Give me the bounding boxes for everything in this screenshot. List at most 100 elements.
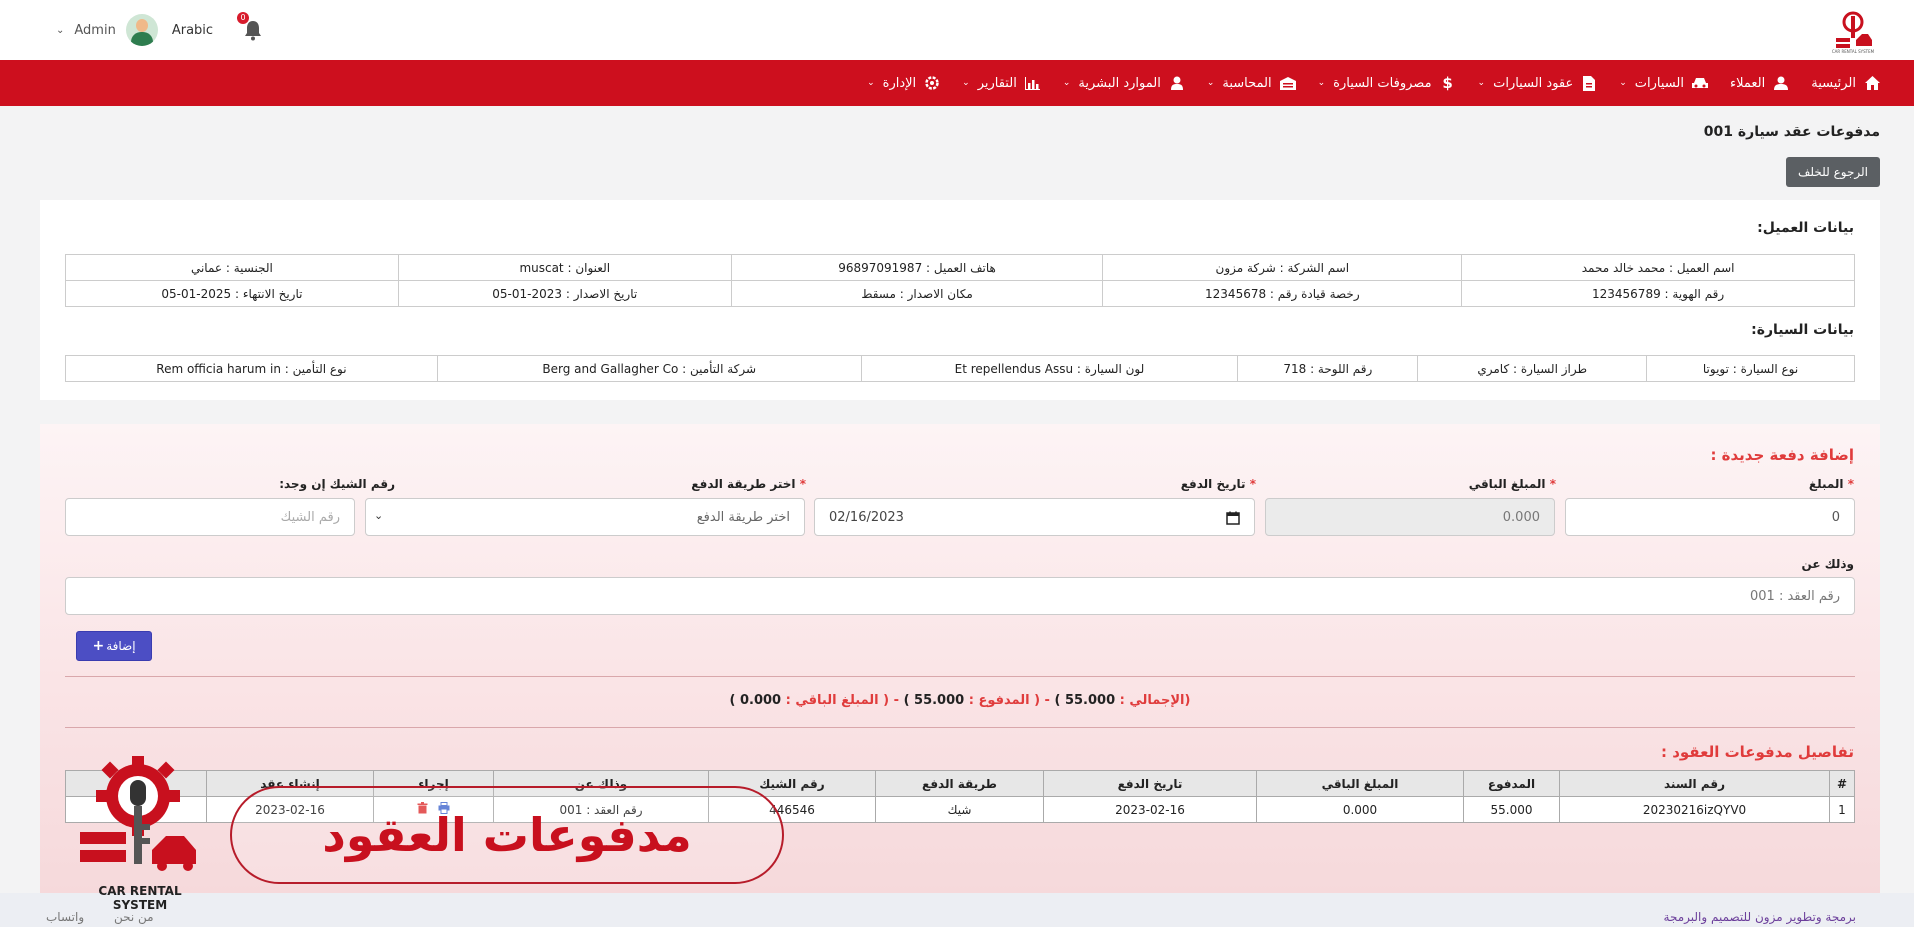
customer-nationality: الجنسية : عماني — [65, 254, 399, 281]
nav-item-6[interactable]: الموارد البشرية ⌄ — [1063, 75, 1185, 91]
col-payment-method: طريقة الدفع — [875, 770, 1044, 797]
cell-paid: 55.000 — [1463, 796, 1560, 823]
remaining-total-label: - ( المبلغ الباقي : — [785, 693, 900, 708]
chevron-down-icon: ⌄ — [1477, 78, 1486, 88]
cell-payment-method: شيك — [875, 796, 1044, 823]
col-paid: المدفوع — [1463, 770, 1560, 797]
notification-badge: 0 — [237, 12, 250, 24]
divider — [65, 727, 1855, 728]
user-name[interactable]: Admin — [74, 23, 115, 38]
chevron-down-icon[interactable]: ⌄ — [56, 25, 64, 36]
table-row: رقم الهوية : 123456789 رخصة قيادة رقم : … — [65, 280, 1855, 307]
car-model: طراز السيارة : كامري — [1417, 355, 1648, 382]
user-area: ⌄ Admin Arabic 0 — [56, 12, 265, 46]
id-number: رقم الهوية : 123456789 — [1461, 280, 1855, 307]
paid-value: 55.000 ) — [903, 693, 965, 708]
svg-text:CAR RENTAL SYSTEM: CAR RENTAL SYSTEM — [1832, 49, 1875, 54]
add-payment-button[interactable]: + إضافة — [76, 631, 152, 661]
payments-table-title: تفاصيل مدفوعات العقود : — [1660, 743, 1854, 761]
payment-date-input[interactable]: 02/16/2023 — [814, 498, 1255, 536]
plate-number: رقم اللوحة : 718 — [1237, 355, 1419, 382]
customer-info-table: اسم العميل : محمد خالد محمد اسم الشركة :… — [65, 254, 1855, 307]
total-label: (الإجمالي : — [1119, 693, 1191, 708]
main-navigation: الرئيسية العملاء السيارات ⌄ عقود السيارات ⌄ $ م… — [0, 60, 1914, 106]
contract-info-card: بيانات العميل: اسم العميل : محمد خالد مح… — [40, 200, 1880, 400]
nav-item-label: الموارد البشرية — [1078, 75, 1161, 91]
insurance-type: نوع التأمين : Rem officia harum in — [65, 355, 438, 382]
car-rental-promo-logo-icon — [80, 756, 196, 871]
gear-icon — [924, 75, 940, 91]
company-link[interactable]: مزون للتصميم والبرمجة — [1664, 910, 1783, 924]
chevron-down-icon: ⌄ — [962, 78, 970, 88]
about-link[interactable]: من نحن — [114, 910, 154, 924]
paid-label: - ( المدفوع : — [968, 693, 1050, 708]
payment-method-select[interactable]: اختر طريقة الدفع ⌄ — [365, 498, 805, 536]
home-icon — [1864, 75, 1880, 91]
nav-item-label: التقارير — [977, 75, 1017, 91]
chevron-down-icon: ⌄ — [1062, 78, 1071, 88]
cheque-number-label: رقم الشيك إن وجد: — [279, 477, 395, 491]
whatsapp-link[interactable]: واتساب — [46, 910, 84, 924]
cell-payment-date: 2023-02-16 — [1043, 796, 1257, 823]
amount-label: * المبلغ — [1808, 477, 1854, 491]
payment-for-input[interactable]: رقم العقد : 001 — [65, 577, 1855, 615]
back-button[interactable]: الرجوع للخلف — [1786, 157, 1880, 187]
nav-item-label: الرئيسية — [1811, 75, 1856, 91]
avatar[interactable] — [125, 14, 158, 46]
new-payment-title: إضافة دفعة جديدة : — [1710, 446, 1854, 464]
dollar-icon: $ — [1442, 74, 1453, 92]
top-bar: CAR RENTAL SYSTEM ⌄ Admin Arabic 0 — [0, 0, 1914, 60]
calendar-icon[interactable] — [1226, 511, 1240, 525]
plus-icon: + — [92, 638, 105, 654]
customer-name: اسم العميل : محمد خالد محمد — [1461, 254, 1855, 281]
car-rental-logo-icon[interactable]: CAR RENTAL SYSTEM — [1830, 8, 1876, 54]
chevron-down-icon: ⌄ — [374, 509, 384, 522]
nav-item-2[interactable]: السيارات ⌄ — [1619, 75, 1708, 91]
footer-credit: برمجة وتطوير مزون للتصميم والبرمجة — [1663, 910, 1856, 924]
promo-banner-text: مدفوعات العقود — [322, 808, 692, 862]
footer: برمجة وتطوير مزون للتصميم والبرمجة من نح… — [0, 893, 1914, 927]
file-icon — [1581, 75, 1597, 91]
expiry-date: تاريخ الانتهاء : 2025-01-05 — [65, 280, 399, 307]
company-name: اسم الشركة : شركة مزون — [1102, 254, 1463, 281]
chevron-down-icon: ⌄ — [1206, 78, 1215, 88]
remaining-amount-input: 0.000 — [1265, 498, 1555, 536]
promo-banner: مدفوعات العقود — [230, 786, 784, 884]
language-switch[interactable]: Arabic — [172, 23, 213, 38]
nav-item-0[interactable]: الرئيسية — [1811, 75, 1880, 91]
issue-date: تاريخ الاصدار : 2023-01-05 — [397, 280, 732, 307]
divider — [65, 676, 1855, 677]
nav-item-1[interactable]: العملاء — [1730, 75, 1789, 91]
nav-item-3[interactable]: عقود السيارات ⌄ — [1478, 75, 1598, 91]
issue-place: مكان الاصدار : مسقط — [730, 280, 1104, 307]
remaining-total-value: 0.000 ) — [729, 693, 782, 708]
customer-address: العنوان : muscat — [397, 254, 732, 281]
insurance-company: شركة التأمين : Berg and Gallagher Co — [436, 355, 862, 382]
payment-date-label: * تاريخ الدفع — [1180, 477, 1256, 491]
nav-item-5[interactable]: المحاسبة ⌄ — [1207, 75, 1296, 91]
col-payment-date: تاريخ الدفع — [1043, 770, 1257, 797]
payment-totals: (الإجمالي : 55.000 ) - ( المدفوع : 55.00… — [65, 693, 1855, 708]
cheque-number-input[interactable]: رقم الشيك — [65, 498, 355, 536]
total-value: 55.000 ) — [1054, 693, 1116, 708]
car-info-table: نوع السيارة : تويوتا طراز السيارة : كامر… — [65, 355, 1855, 382]
nav-item-label: السيارات — [1634, 75, 1684, 91]
payment-method-label: * اختر طريقة الدفع — [691, 477, 806, 491]
nav-item-label: عقود السيارات — [1493, 75, 1574, 91]
chevron-down-icon: ⌄ — [1317, 78, 1326, 88]
col-index: # — [1829, 770, 1855, 797]
car-section-title: بيانات السيارة: — [1751, 322, 1854, 338]
chart-icon — [1025, 75, 1041, 91]
nav-item-4[interactable]: $ مصروفات السيارة ⌄ — [1317, 74, 1456, 92]
page-title: مدفوعات عقد سيارة 001 — [1703, 124, 1880, 140]
car-make: نوع السيارة : تويوتا — [1646, 355, 1855, 382]
amount-input[interactable]: 0 — [1565, 498, 1855, 536]
nav-item-7[interactable]: التقارير ⌄ — [962, 75, 1041, 91]
for-label: وذلك عن — [1801, 557, 1854, 571]
user-icon — [1169, 75, 1185, 91]
nav-item-8[interactable]: الإدارة ⌄ — [867, 75, 940, 91]
col-receipt-number: رقم السند — [1559, 770, 1830, 797]
table-row: نوع السيارة : تويوتا طراز السيارة : كامر… — [65, 355, 1855, 382]
nav-item-label: الإدارة — [882, 75, 917, 91]
notification-button[interactable]: 0 — [237, 12, 265, 42]
